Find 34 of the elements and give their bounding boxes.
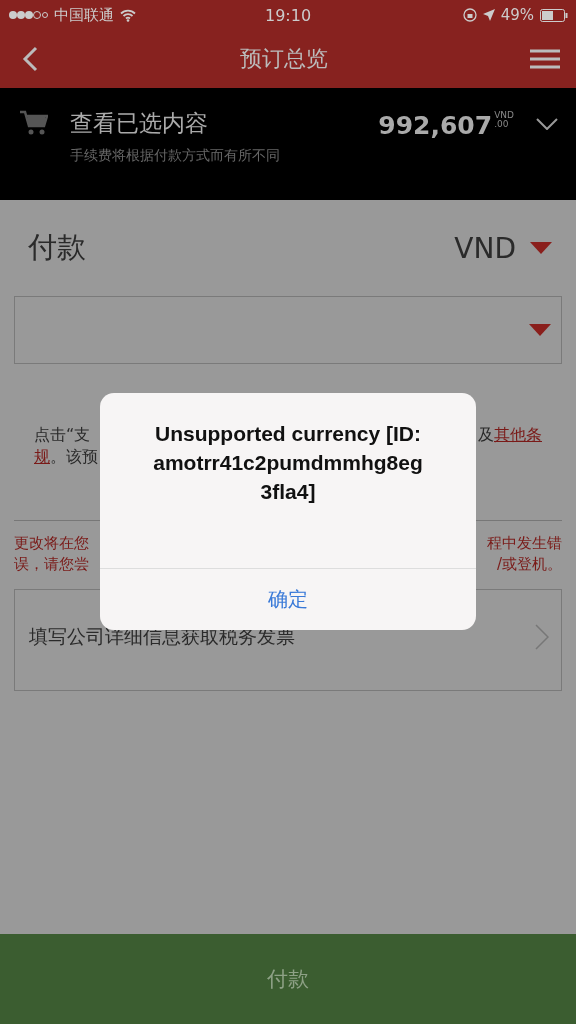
rotation-lock-icon xyxy=(462,8,477,22)
terms-text: 点击“支 xyxy=(34,424,91,446)
wifi-icon xyxy=(120,8,136,22)
pay-button[interactable]: 付款 xyxy=(0,934,576,1024)
chevron-down-icon xyxy=(536,118,558,130)
amount-cents: .00 xyxy=(494,120,510,129)
chevron-right-icon xyxy=(535,624,549,650)
menu-button[interactable] xyxy=(530,49,560,69)
payment-heading: 付款 xyxy=(28,229,86,266)
terms-text: 及 xyxy=(478,425,494,444)
amount-currency: VND xyxy=(494,111,514,120)
notice-text: 误，请您尝 xyxy=(14,554,89,575)
summary-title: 查看已选内容 xyxy=(70,109,209,138)
back-button[interactable] xyxy=(22,46,38,72)
location-icon xyxy=(482,9,495,21)
battery-percent: 49% xyxy=(500,6,534,24)
dropdown-icon xyxy=(529,324,551,336)
battery-icon xyxy=(540,8,568,22)
terms-link[interactable]: 规 xyxy=(34,447,50,466)
cart-icon xyxy=(20,110,48,136)
dropdown-icon xyxy=(530,242,552,254)
total-amount: 992,607 xyxy=(378,111,493,140)
page-title: 预订总览 xyxy=(240,45,328,73)
notice-text: /或登机。 xyxy=(496,554,562,575)
carrier-name: 中国联通 xyxy=(54,5,114,25)
notice-text: 更改将在您 xyxy=(14,533,89,554)
currency-selector[interactable]: VND xyxy=(454,231,562,265)
notice-text: 程中发生错 xyxy=(487,533,562,554)
terms-link[interactable]: 其他条 xyxy=(494,425,542,444)
signal-icon xyxy=(8,10,48,20)
terms-text: 。该预 xyxy=(50,447,98,466)
status-time: 19:10 xyxy=(264,5,312,25)
fee-note: 手续费将根据付款方式而有所不同 xyxy=(70,147,281,165)
alert-message: Unsupported currency [ID: amotrr41c2pumdmmhg8eg3fla4] xyxy=(152,421,424,505)
